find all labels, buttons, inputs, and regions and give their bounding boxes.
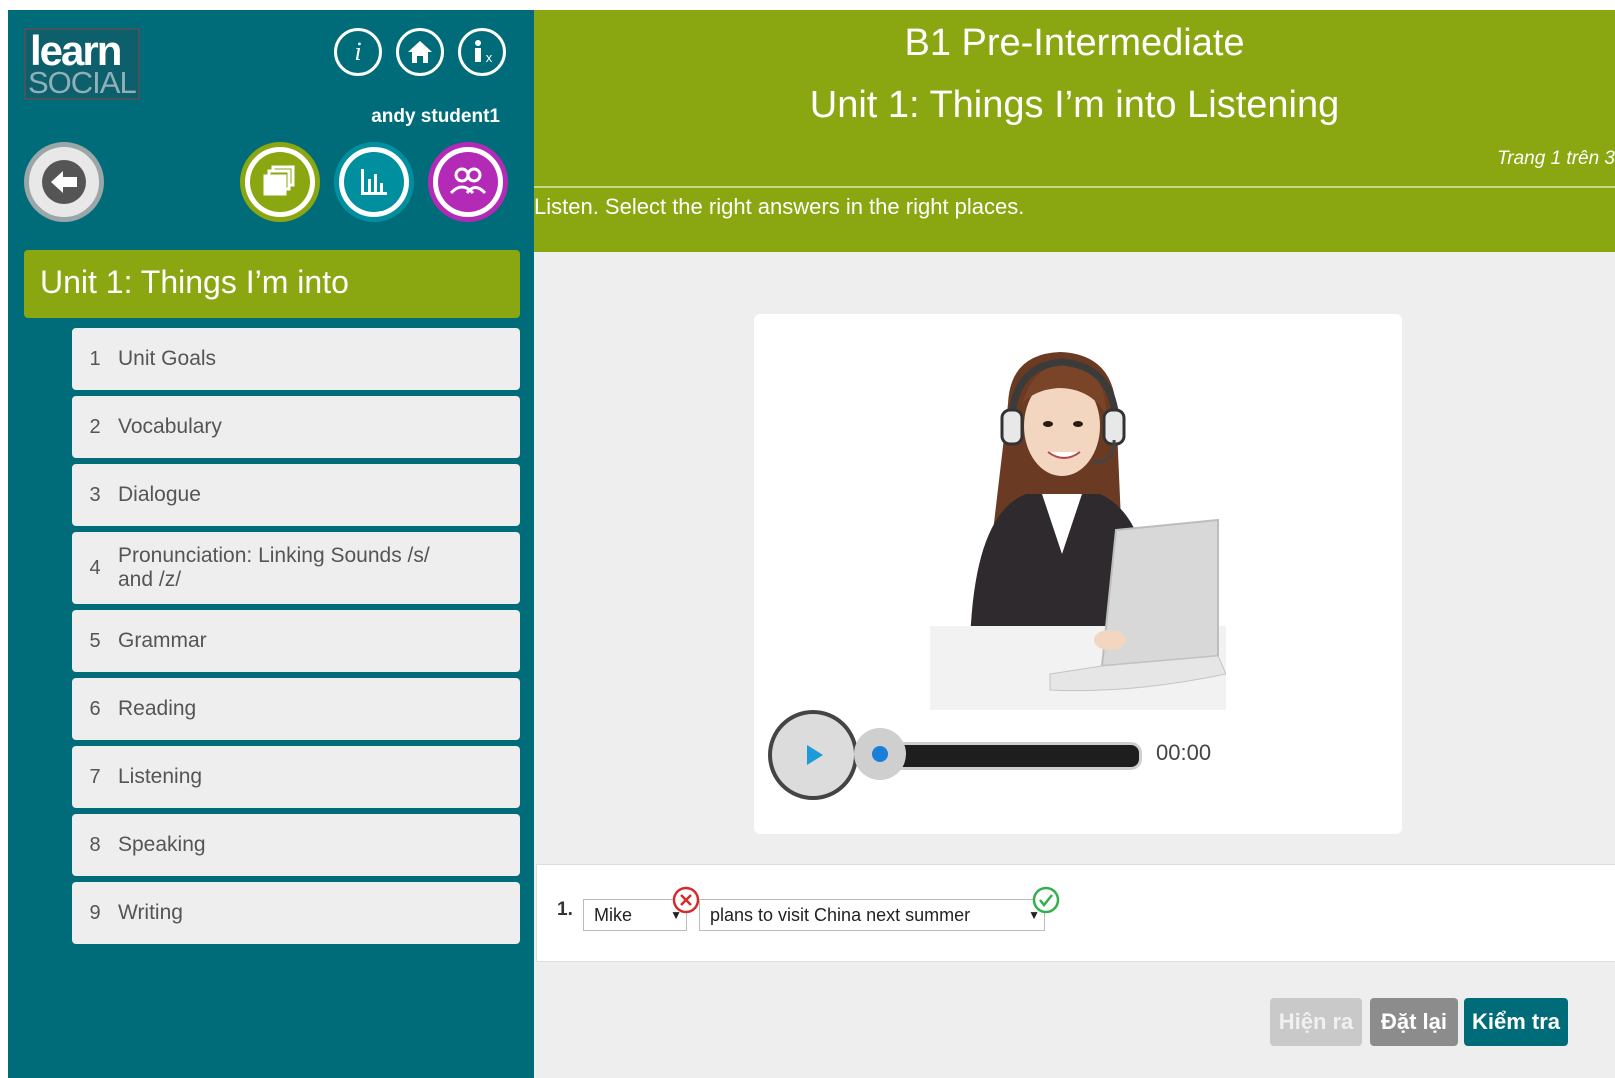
phrase-select-value: plans to visit China next summer (710, 905, 971, 925)
user-name: andy student1 (371, 106, 500, 127)
correct-icon (1032, 886, 1060, 914)
sidebar: learn SOCIAL i x andy student1 Unit 1: T… (8, 10, 534, 1078)
arrow-left-icon (42, 160, 86, 204)
home-icon[interactable] (396, 28, 444, 76)
reset-button[interactable]: Đặt lại (1370, 998, 1458, 1046)
menu-item-number: 6 (89, 697, 101, 720)
menu-item-number: 3 (89, 483, 101, 506)
menu-item-label: Vocabulary (118, 415, 222, 438)
course-level: B1 Pre-Intermediate (904, 22, 1245, 64)
media-card: 00:00 (754, 314, 1402, 834)
menu-item-label: Writing (118, 901, 183, 924)
accessibility-icon[interactable]: x (458, 28, 506, 76)
audio-player: 00:00 (768, 710, 1388, 802)
menu-item-unit-goals[interactable]: 1 Unit Goals (72, 328, 520, 390)
menu-item-number: 4 (89, 556, 101, 579)
menu-item-number: 2 (89, 415, 101, 438)
check-button[interactable]: Kiểm tra (1464, 998, 1568, 1046)
play-icon (807, 745, 823, 765)
menu-item-label: Reading (118, 697, 197, 720)
community-button[interactable] (428, 142, 508, 222)
activity-content: 00:00 1. Mike ▼ plans to visit China nex… (534, 252, 1615, 1078)
page-indicator: Trang 1 trên 3 (1497, 148, 1615, 169)
menu-item-number: 8 (89, 833, 101, 856)
unit-menu: 1 Unit Goals 2 Vocabulary 3 Dialogue 4 P… (72, 328, 520, 950)
phrase-select[interactable]: plans to visit China next summer ▼ (699, 899, 1045, 931)
menu-item-pronunciation[interactable]: 4 Pronunciation: Linking Sounds /s/ and … (72, 532, 520, 604)
menu-item-dialogue[interactable]: 3 Dialogue (72, 464, 520, 526)
progress-button[interactable] (334, 142, 414, 222)
student-with-headset-image (930, 344, 1227, 710)
menu-item-label: Grammar (118, 629, 207, 652)
unit-title-text: Unit 1: Things I’m into (40, 264, 349, 300)
back-button[interactable] (24, 142, 104, 222)
svg-text:x: x (486, 50, 493, 65)
incorrect-icon (672, 886, 700, 914)
activity-header: B1 Pre-Intermediate Unit 1: Things I’m i… (534, 10, 1615, 252)
activity-title: Unit 1: Things I’m into Listening (809, 84, 1340, 126)
menu-item-grammar[interactable]: 5 Grammar (72, 610, 520, 672)
show-answers-button[interactable]: Hiện ra (1270, 998, 1362, 1046)
flashcards-button[interactable] (240, 142, 320, 222)
logo-text-line2: SOCIAL (28, 65, 137, 100)
menu-item-label: Speaking (118, 833, 206, 856)
menu-item-label: Dialogue (118, 483, 201, 506)
subject-select-value: Mike (594, 905, 633, 925)
bar-chart-icon (344, 152, 404, 212)
answer-panel: 1. Mike ▼ plans to visit China next summ… (536, 864, 1615, 962)
instruction-text: Listen. Select the right answers in the … (534, 194, 1025, 219)
question-number: 1. (557, 899, 573, 920)
menu-item-vocabulary[interactable]: 2 Vocabulary (72, 396, 520, 458)
menu-item-number: 5 (89, 629, 101, 652)
menu-item-label: Unit Goals (118, 347, 217, 370)
menu-item-number: 9 (89, 901, 101, 924)
info-icon[interactable]: i (334, 28, 382, 76)
svg-text:i: i (354, 37, 361, 66)
audio-scrubber[interactable] (854, 728, 906, 780)
unit-title: Unit 1: Things I’m into (24, 250, 520, 318)
header-divider (534, 186, 1615, 188)
audio-time: 00:00 (1156, 740, 1212, 765)
menu-item-speaking[interactable]: 8 Speaking (72, 814, 520, 876)
menu-item-listening[interactable]: 7 Listening (72, 746, 520, 808)
learnsocial-logo[interactable]: learn SOCIAL (24, 27, 140, 100)
menu-item-number: 1 (89, 347, 101, 370)
menu-item-writing[interactable]: 9 Writing (72, 882, 520, 944)
menu-item-reading[interactable]: 6 Reading (72, 678, 520, 740)
menu-item-number: 7 (89, 765, 101, 788)
scrubber-dot (872, 746, 888, 762)
cards-icon (250, 152, 310, 212)
play-button[interactable] (768, 710, 858, 800)
users-icon (438, 152, 498, 212)
menu-item-label: Listening (118, 765, 203, 788)
menu-item-label: Pronunciation: Linking Sounds /s/ and /z… (118, 544, 430, 591)
